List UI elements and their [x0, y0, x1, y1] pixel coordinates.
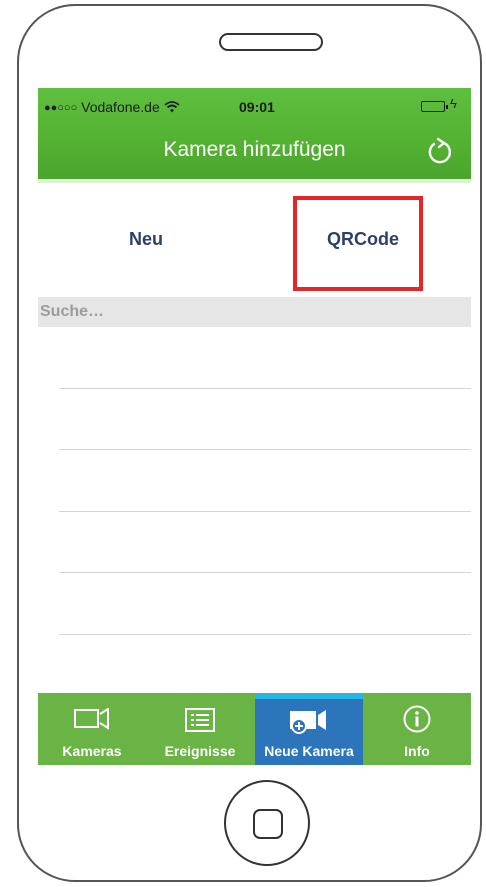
home-button-icon: [253, 809, 283, 839]
carrier-name: Vodafone.de: [81, 99, 160, 115]
tab-neue-kamera[interactable]: Neue Kamera: [255, 693, 363, 765]
app-screen: ●●○○○ Vodafone.de 09:01 ϟ Kamera hinzufü…: [38, 88, 471, 765]
segment-neu[interactable]: Neu: [38, 183, 254, 295]
nav-header: ●●○○○ Vodafone.de 09:01 ϟ Kamera hinzufü…: [38, 88, 471, 183]
tab-label: Ereignisse: [164, 743, 236, 759]
list-item[interactable]: [59, 449, 471, 450]
tab-info[interactable]: Info: [363, 693, 471, 765]
video-camera-icon: [74, 708, 109, 730]
add-camera-icon: [290, 710, 326, 734]
tab-kameras[interactable]: Kameras: [38, 693, 146, 765]
charging-icon: ϟ: [450, 96, 457, 111]
battery-icon: [421, 101, 448, 112]
status-time: 09:01: [239, 99, 275, 115]
tab-label: Info: [404, 743, 430, 759]
qrcode-highlight-box: [293, 196, 423, 291]
refresh-icon[interactable]: [423, 135, 455, 167]
list-icon: [185, 708, 215, 732]
tab-label: Neue Kamera: [264, 743, 354, 759]
phone-speaker: [219, 33, 323, 51]
tab-bar: Kameras Ereignisse Neue Kamera Info: [38, 693, 471, 765]
wifi-icon: [164, 99, 180, 115]
search-field[interactable]: Suche…: [38, 297, 471, 327]
status-bar: ●●○○○ Vodafone.de 09:01: [44, 99, 275, 115]
list-item[interactable]: [59, 388, 471, 389]
list-item[interactable]: [59, 634, 471, 635]
page-title: Kamera hinzufügen: [163, 138, 346, 161]
tab-ereignisse[interactable]: Ereignisse: [146, 693, 254, 765]
list-item[interactable]: [59, 511, 471, 512]
tab-label: Kameras: [62, 743, 122, 759]
home-button[interactable]: [224, 780, 310, 866]
list-item[interactable]: [59, 572, 471, 573]
info-icon: [403, 705, 431, 733]
signal-strength: ●●○○○: [44, 102, 78, 114]
